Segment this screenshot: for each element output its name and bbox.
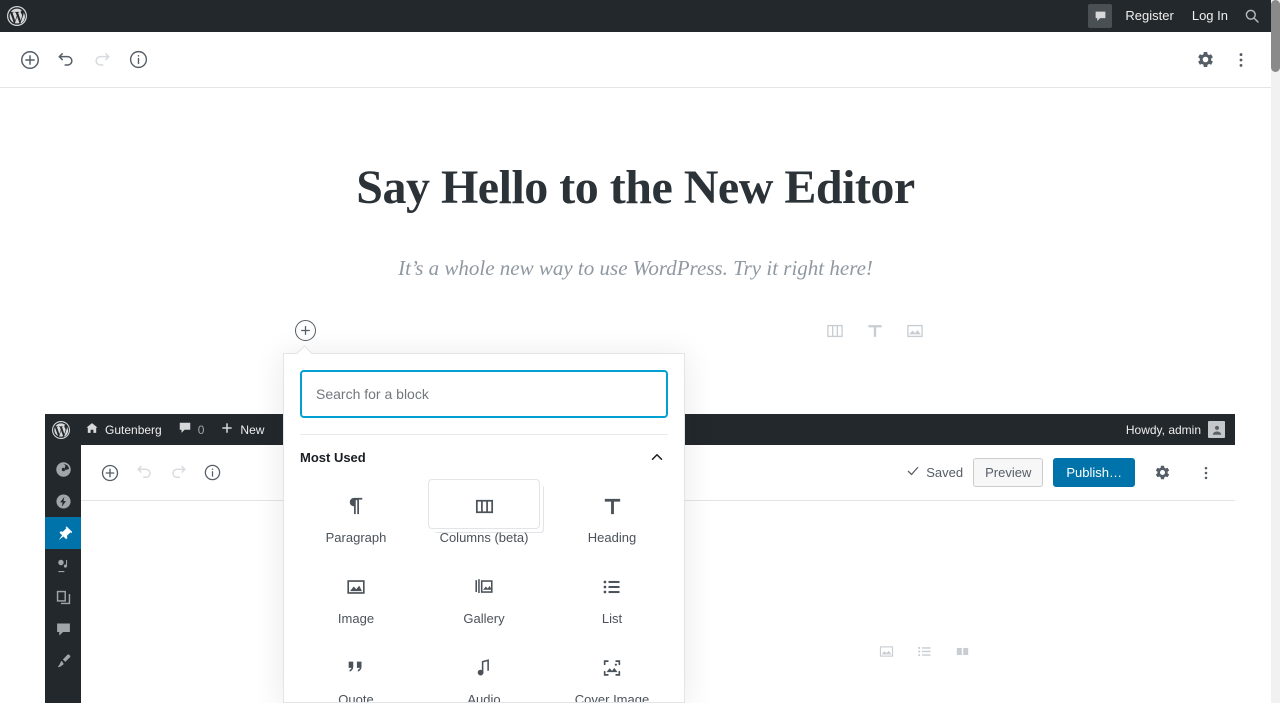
wordpress-logo-icon[interactable] xyxy=(0,0,34,32)
columns-icon[interactable] xyxy=(952,641,972,661)
checkmark-icon xyxy=(906,464,920,481)
wordpress-logo-icon[interactable] xyxy=(45,414,77,445)
more-vertical-icon[interactable] xyxy=(1223,42,1259,78)
text-icon[interactable] xyxy=(864,320,886,342)
plus-icon xyxy=(220,421,234,438)
block-label: Paragraph xyxy=(325,530,387,545)
redo-icon xyxy=(84,42,120,78)
sidebar-item-pages[interactable] xyxy=(45,581,81,613)
block-item-audio[interactable]: Audio xyxy=(420,636,548,703)
publish-button[interactable]: Publish… xyxy=(1053,458,1135,487)
nested-new-link[interactable]: New xyxy=(212,414,272,445)
quote-icon xyxy=(345,650,367,686)
search-icon[interactable] xyxy=(1237,0,1267,32)
avatar-icon[interactable] xyxy=(1208,421,1225,438)
page-title[interactable]: Say Hello to the New Editor xyxy=(0,160,1271,215)
block-label: Columns (beta) xyxy=(439,530,529,545)
editor-toolbar xyxy=(0,32,1271,88)
list-icon xyxy=(601,569,623,605)
paragraph-icon xyxy=(345,488,368,524)
gallery-icon xyxy=(473,569,495,605)
nested-site-name: Gutenberg xyxy=(105,422,162,437)
block-item-image[interactable]: Image xyxy=(292,555,420,636)
inserter-popup-arrow xyxy=(296,345,312,354)
nested-wp-sidebar xyxy=(45,445,81,703)
audio-icon xyxy=(473,650,495,686)
undo-icon[interactable] xyxy=(48,42,84,78)
sidebar-item-appearance[interactable] xyxy=(45,645,81,677)
nested-new-label: New xyxy=(240,422,265,437)
home-icon xyxy=(85,421,99,438)
gear-icon[interactable] xyxy=(1187,42,1223,78)
sidebar-item-posts[interactable] xyxy=(45,517,81,549)
cover-image-icon xyxy=(601,650,623,686)
nested-admin-bar-right: Howdy, admin xyxy=(1126,421,1235,438)
heading-icon xyxy=(601,488,624,524)
info-icon[interactable] xyxy=(195,456,229,490)
image-icon[interactable] xyxy=(876,641,896,661)
block-label: Cover Image xyxy=(574,692,650,703)
nested-site-link[interactable]: Gutenberg xyxy=(77,414,170,445)
info-icon[interactable] xyxy=(120,42,156,78)
sidebar-item-comments[interactable] xyxy=(45,613,81,645)
block-grid: Paragraph Columns (beta) Heading Image G… xyxy=(284,474,684,703)
block-item-list[interactable]: List xyxy=(548,555,676,636)
comment-bubble-icon[interactable] xyxy=(1088,4,1113,28)
block-label: List xyxy=(601,611,623,626)
nested-comments-link[interactable]: 0 xyxy=(170,414,213,445)
most-used-section-title: Most Used xyxy=(300,449,366,465)
add-block-icon[interactable] xyxy=(12,42,48,78)
sidebar-item-media[interactable] xyxy=(45,549,81,581)
block-inserter-popup: Most Used Paragraph Columns (beta) Headi… xyxy=(283,353,685,703)
block-label: Audio xyxy=(467,692,501,703)
inserter-search-wrap xyxy=(284,354,684,418)
save-status-label: Saved xyxy=(926,465,964,480)
block-label: Quote xyxy=(338,692,374,703)
search-input[interactable] xyxy=(300,370,668,418)
block-item-columns[interactable]: Columns (beta) xyxy=(420,474,548,555)
page-scrollbar-thumb[interactable] xyxy=(1271,0,1280,72)
block-item-heading[interactable]: Heading xyxy=(548,474,676,555)
image-icon[interactable] xyxy=(904,320,926,342)
sidebar-item-updates[interactable] xyxy=(45,485,81,517)
block-label: Gallery xyxy=(463,611,505,626)
list-icon[interactable] xyxy=(914,641,934,661)
block-item-gallery[interactable]: Gallery xyxy=(420,555,548,636)
login-link[interactable]: Log In xyxy=(1183,0,1237,32)
admin-bar: Register Log In xyxy=(0,0,1271,32)
admin-bar-right: Register Log In xyxy=(1088,0,1271,32)
gear-icon[interactable] xyxy=(1145,456,1179,490)
columns-icon xyxy=(473,488,496,524)
columns-icon[interactable] xyxy=(824,320,846,342)
nested-howdy-label[interactable]: Howdy, admin xyxy=(1126,423,1201,437)
add-block-icon[interactable] xyxy=(93,456,127,490)
editor-toolbar-right xyxy=(1187,42,1259,78)
page-subtitle[interactable]: It’s a whole new way to use WordPress. T… xyxy=(0,256,1271,281)
nested-toolbar-right: Saved Preview Publish… xyxy=(906,456,1223,490)
page-scrollbar[interactable] xyxy=(1271,0,1280,703)
more-vertical-icon[interactable] xyxy=(1189,456,1223,490)
undo-icon xyxy=(127,456,161,490)
block-item-quote[interactable]: Quote xyxy=(292,636,420,703)
block-item-cover-image[interactable]: Cover Image xyxy=(548,636,676,703)
most-used-section-header[interactable]: Most Used xyxy=(284,435,684,474)
image-icon xyxy=(345,569,367,605)
block-item-paragraph[interactable]: Paragraph xyxy=(292,474,420,555)
preview-button[interactable]: Preview xyxy=(973,458,1044,487)
inline-block-inserter-button[interactable] xyxy=(295,320,316,341)
sidebar-item-dashboard[interactable] xyxy=(45,453,81,485)
block-label: Heading xyxy=(587,530,637,545)
nested-quick-block-shortcuts xyxy=(876,641,972,661)
comment-bubble-icon xyxy=(178,421,192,438)
register-link[interactable]: Register xyxy=(1116,0,1182,32)
nested-comment-count: 0 xyxy=(197,422,205,437)
quick-block-shortcuts xyxy=(824,320,926,342)
chevron-up-icon[interactable] xyxy=(648,448,666,466)
redo-icon xyxy=(161,456,195,490)
save-status: Saved xyxy=(906,464,963,481)
block-label: Image xyxy=(337,611,375,626)
